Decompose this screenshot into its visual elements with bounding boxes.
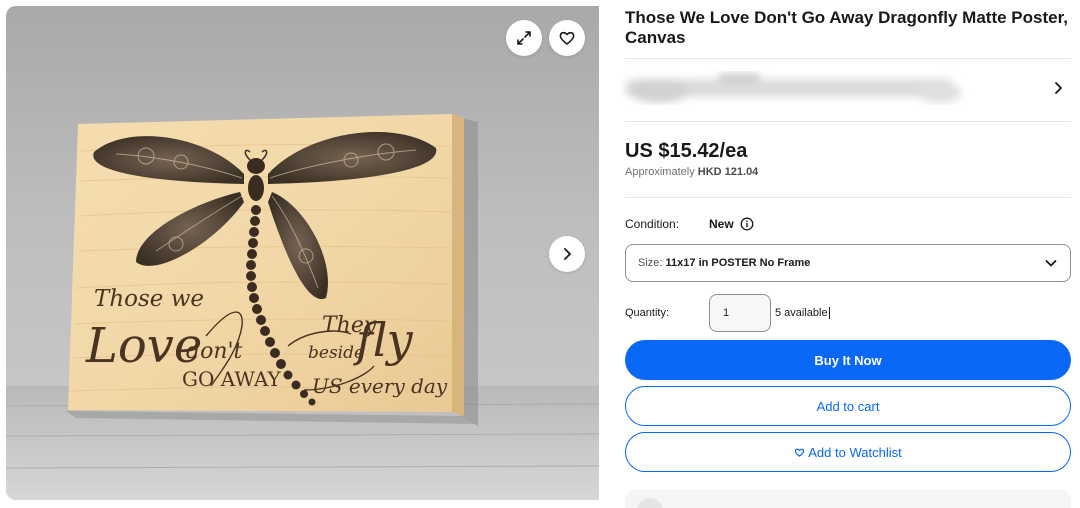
approx-value: HKD 121.04 [697,166,759,178]
condition-row: Condition: New [625,212,1071,236]
size-select-value: Size: 11x17 in POSTER No Frame [638,257,810,269]
caption-those-we: Those we [94,286,204,312]
chevron-down-icon [1045,260,1057,267]
next-image-button[interactable] [549,236,585,272]
caption-go-away: GO AWAY [182,367,282,391]
caption-love: Love [85,318,202,374]
condition-value: New [709,217,734,231]
chevron-right-icon [564,248,571,260]
watch-heart-button[interactable] [549,20,585,56]
add-to-cart-button[interactable]: Add to cart [625,386,1071,426]
listing-title: Those We Love Don't Go Away Dragonfly Ma… [625,8,1068,47]
size-prefix: Size: [638,257,663,269]
add-to-watchlist-button[interactable]: Add to Watchlist [625,432,1071,472]
approx-prefix: Approximately [625,166,695,178]
listing-details: Those We Love Don't Go Away Dragonfly Ma… [625,8,1071,472]
heart-icon [795,448,805,457]
caption-fly: fly [353,313,414,367]
quantity-input[interactable] [709,294,771,332]
buy-it-now-button[interactable]: Buy It Now [625,340,1071,380]
approx-price: Approximately HKD 121.04 [625,166,1071,178]
available-count: 5 available [775,307,830,319]
seller-info-redacted [625,73,961,103]
seller-info-row[interactable] [625,59,1071,121]
info-avatar [637,498,663,508]
expand-icon [517,31,531,45]
quantity-row: Quantity: 5 available [625,294,1071,332]
bottom-info-card [625,490,1071,508]
chevron-right-icon [1055,82,1062,94]
heart-icon [559,31,575,45]
size-select[interactable]: Size: 11x17 in POSTER No Frame [625,244,1071,282]
info-icon[interactable] [740,217,754,231]
condition-label: Condition: [625,217,680,231]
price-block: US $15.42/ea Approximately HKD 121.04 [625,122,1071,197]
quantity-label: Quantity: [625,307,670,319]
product-photo[interactable]: Those we Love don't GO AWAY They beside … [6,6,599,500]
price: US $15.42/ea [625,140,748,162]
image-gallery: Those we Love don't GO AWAY They beside … [6,6,599,500]
divider [625,197,1071,198]
caption-dont: don't [186,339,243,364]
expand-image-button[interactable] [506,20,542,56]
add-to-watchlist-label: Add to Watchlist [808,444,902,460]
size-value: 11x17 in POSTER No Frame [665,257,811,269]
caption-us-every-day: US every day [312,374,448,398]
